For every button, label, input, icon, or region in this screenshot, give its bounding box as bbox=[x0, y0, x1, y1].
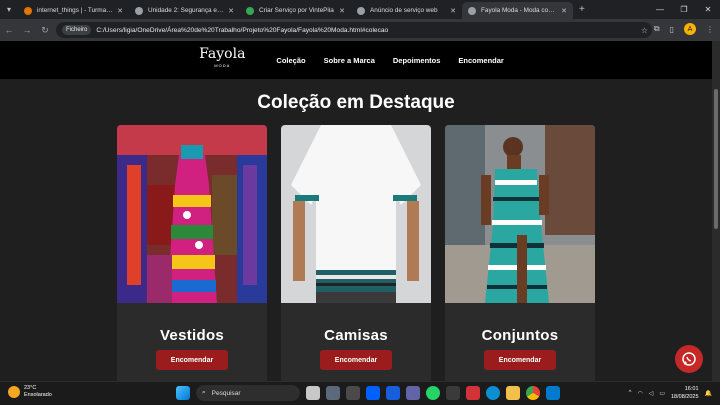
tab-search-icon[interactable]: ▾ bbox=[0, 0, 18, 19]
conjuntos-image bbox=[445, 125, 595, 303]
clock[interactable]: 16:01 18/08/2025 bbox=[671, 385, 699, 401]
address-bar-row: ← → ↻ Ficheiro C:/Users/ligia/OneDrive/Á… bbox=[0, 19, 720, 41]
toolbar-icons: ⧉ ▯ A ⋮ bbox=[654, 23, 714, 35]
tab-title: Fayola Moda - Moda com ide... bbox=[481, 7, 557, 14]
tab-title: Unidade 2: Segurança e Privac... bbox=[148, 7, 224, 14]
close-tab-icon[interactable]: ✕ bbox=[228, 7, 234, 15]
widgets-icon[interactable] bbox=[326, 386, 340, 400]
vscode-icon[interactable] bbox=[546, 386, 560, 400]
page-scrollbar[interactable] bbox=[712, 41, 720, 381]
browser-tab-active[interactable]: Fayola Moda - Moda com ide... ✕ bbox=[462, 2, 573, 19]
wifi-icon[interactable]: ◠ bbox=[637, 390, 642, 397]
search-placeholder: Pesquisar bbox=[211, 389, 241, 397]
whatsapp-app-icon[interactable] bbox=[426, 386, 440, 400]
camisas-image bbox=[281, 125, 431, 303]
close-tab-icon[interactable]: ✕ bbox=[450, 7, 456, 15]
bookmark-star-icon[interactable]: ☆ bbox=[641, 26, 648, 35]
new-tab-button[interactable]: + bbox=[579, 4, 585, 15]
nav-link-depoimentos[interactable]: Depoimentos bbox=[393, 56, 441, 65]
window-controls: — ❐ ✕ bbox=[648, 0, 720, 19]
site-navbar: Fayola MODA Coleção Sobre a Marca Depoim… bbox=[0, 41, 712, 79]
notifications-icon[interactable]: 🔔 bbox=[705, 390, 712, 397]
restore-icon[interactable]: ❐ bbox=[672, 0, 696, 19]
nav-link-sobre[interactable]: Sobre a Marca bbox=[324, 56, 375, 65]
tab-favicon bbox=[246, 6, 254, 15]
vestidos-image bbox=[117, 125, 267, 303]
card-title: Vestidos bbox=[159, 327, 225, 344]
encomendar-button[interactable]: Encomendar bbox=[484, 350, 556, 370]
teams-icon[interactable] bbox=[406, 386, 420, 400]
encomendar-button[interactable]: Encomendar bbox=[156, 350, 228, 370]
tab-favicon bbox=[357, 6, 365, 15]
whatsapp-float-button[interactable] bbox=[675, 345, 703, 373]
forward-icon[interactable]: → bbox=[18, 25, 36, 35]
store-icon[interactable] bbox=[446, 386, 460, 400]
reload-icon[interactable]: ↻ bbox=[36, 25, 54, 36]
address-bar[interactable]: Ficheiro C:/Users/ligia/OneDrive/Área%20… bbox=[56, 22, 652, 38]
url-text[interactable]: C:/Users/ligia/OneDrive/Área%20de%20Trab… bbox=[96, 27, 388, 34]
browser-tab[interactable]: Anúncio de serviço web ✕ bbox=[351, 2, 462, 19]
weather-desc: Ensolarado bbox=[24, 392, 52, 398]
tab-title: Anúncio de serviço web bbox=[370, 7, 438, 14]
card-title: Camisas bbox=[324, 327, 388, 344]
calculator-icon[interactable] bbox=[346, 386, 360, 400]
minimize-icon[interactable]: — bbox=[648, 0, 672, 19]
browser-tab[interactable]: internet_things | - Turma AGO... ✕ bbox=[18, 2, 129, 19]
profile-avatar[interactable]: A bbox=[684, 23, 696, 35]
windows-taskbar: 23°C Ensolarado ⌕ Pesquisar ^ ◠ ◁ ▭ 16:0… bbox=[0, 381, 720, 405]
card-title: Conjuntos bbox=[481, 327, 559, 344]
sun-icon bbox=[8, 386, 20, 398]
tab-favicon bbox=[135, 6, 143, 15]
weather-widget[interactable]: 23°C Ensolarado bbox=[8, 385, 52, 399]
close-window-icon[interactable]: ✕ bbox=[696, 0, 720, 19]
nav-link-encomendar[interactable]: Encomendar bbox=[458, 56, 503, 65]
clock-time: 16:01 bbox=[684, 386, 699, 392]
nav-link-colecao[interactable]: Coleção bbox=[276, 56, 305, 65]
collection-cards: Vestidos Encomendar Camisas Encomendar C… bbox=[117, 125, 595, 381]
browser-tab[interactable]: Unidade 2: Segurança e Privac... ✕ bbox=[129, 2, 240, 19]
system-tray: ^ ◠ ◁ ▭ 16:01 18/08/2025 🔔 bbox=[629, 385, 712, 401]
product-card-conjuntos: Conjuntos Encomendar bbox=[445, 125, 595, 381]
app-red-icon[interactable] bbox=[466, 386, 480, 400]
tab-title: Criar Serviço por VintePila bbox=[259, 7, 334, 14]
chevron-up-icon[interactable]: ^ bbox=[629, 390, 632, 396]
section-title: Coleção em Destaque bbox=[257, 92, 455, 113]
encomendar-button[interactable]: Encomendar bbox=[320, 350, 392, 370]
bitwarden-icon[interactable] bbox=[386, 386, 400, 400]
tab-favicon bbox=[24, 6, 32, 15]
menu-kebab-icon[interactable]: ⋮ bbox=[706, 25, 714, 34]
clock-date: 18/08/2025 bbox=[670, 394, 699, 400]
tab-title: internet_things | - Turma AGO... bbox=[37, 7, 113, 14]
dropbox-icon[interactable] bbox=[366, 386, 380, 400]
volume-icon[interactable]: ◁ bbox=[649, 390, 654, 397]
close-tab-icon[interactable]: ✕ bbox=[339, 7, 345, 15]
chrome-icon[interactable] bbox=[526, 386, 540, 400]
fayola-logo[interactable]: Fayola MODA bbox=[199, 47, 245, 72]
close-tab-icon[interactable]: ✕ bbox=[561, 7, 567, 15]
close-tab-icon[interactable]: ✕ bbox=[117, 7, 123, 15]
scrollbar-thumb[interactable] bbox=[714, 89, 718, 229]
file-chip[interactable]: Ficheiro bbox=[62, 25, 92, 35]
product-card-vestidos: Vestidos Encomendar bbox=[117, 125, 267, 381]
product-card-camisas: Camisas Encomendar bbox=[281, 125, 431, 381]
sidebar-icon[interactable]: ▯ bbox=[670, 25, 674, 34]
start-windows-icon[interactable] bbox=[176, 386, 190, 400]
task-view-icon[interactable] bbox=[306, 386, 320, 400]
weather-temp: 23°C bbox=[24, 385, 37, 391]
edge-icon[interactable] bbox=[486, 386, 500, 400]
file-explorer-icon[interactable] bbox=[506, 386, 520, 400]
browser-tab-bar: ▾ internet_things | - Turma AGO... ✕ Uni… bbox=[0, 0, 720, 19]
whatsapp-icon bbox=[682, 352, 696, 366]
taskbar-apps: ⌕ Pesquisar bbox=[176, 385, 560, 401]
tab-favicon bbox=[468, 6, 476, 15]
browser-tab[interactable]: Criar Serviço por VintePila ✕ bbox=[240, 2, 351, 19]
extensions-icon[interactable]: ⧉ bbox=[654, 24, 660, 34]
taskbar-search[interactable]: ⌕ Pesquisar bbox=[196, 385, 300, 401]
page-viewport: Fayola MODA Coleção Sobre a Marca Depoim… bbox=[0, 41, 712, 381]
search-icon: ⌕ bbox=[202, 389, 206, 396]
back-icon[interactable]: ← bbox=[0, 25, 18, 35]
battery-icon[interactable]: ▭ bbox=[659, 390, 665, 397]
